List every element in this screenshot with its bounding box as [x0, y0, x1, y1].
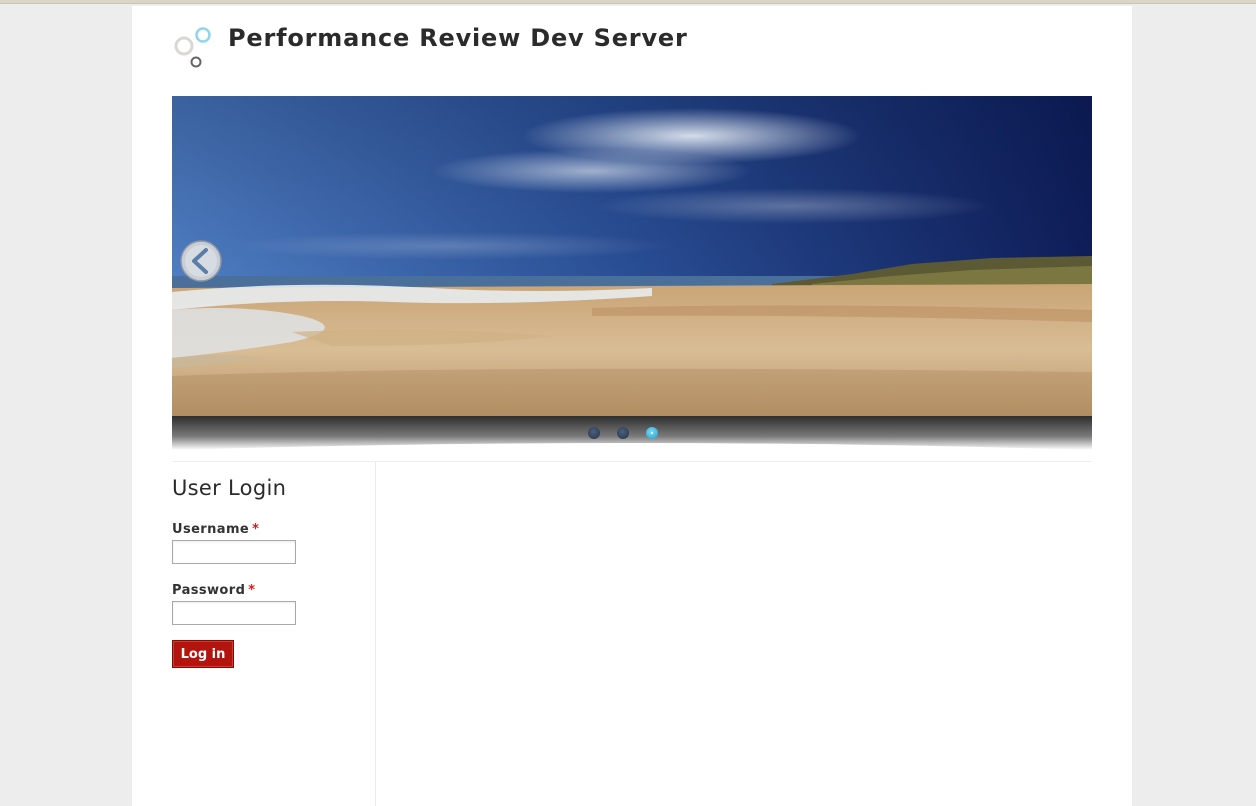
slide-dot-3[interactable] — [646, 427, 658, 439]
username-label: Username * — [172, 522, 259, 537]
browser-top-edge — [0, 0, 1256, 4]
slide-dot-2[interactable] — [617, 427, 629, 439]
page-container: Performance Review Dev Server User Login… — [132, 6, 1132, 806]
login-title: User Login — [172, 476, 287, 500]
password-label-text: Password — [172, 583, 246, 598]
login-button[interactable]: Log in — [172, 640, 234, 668]
required-marker: * — [248, 583, 256, 598]
username-input[interactable] — [172, 540, 296, 564]
password-input[interactable] — [172, 601, 296, 625]
required-marker: * — [252, 522, 260, 537]
sidebar-divider — [375, 462, 376, 806]
site-logo-icon[interactable] — [172, 26, 214, 70]
slideshow-image — [172, 96, 1092, 416]
slide-dot-1[interactable] — [588, 427, 600, 439]
slider-shadow — [172, 416, 1092, 450]
password-label: Password * — [172, 583, 256, 598]
username-label-text: Username — [172, 522, 250, 537]
previous-slide-arrow-icon[interactable] — [180, 240, 222, 282]
divider — [172, 461, 1092, 462]
site-title[interactable]: Performance Review Dev Server — [228, 24, 688, 52]
